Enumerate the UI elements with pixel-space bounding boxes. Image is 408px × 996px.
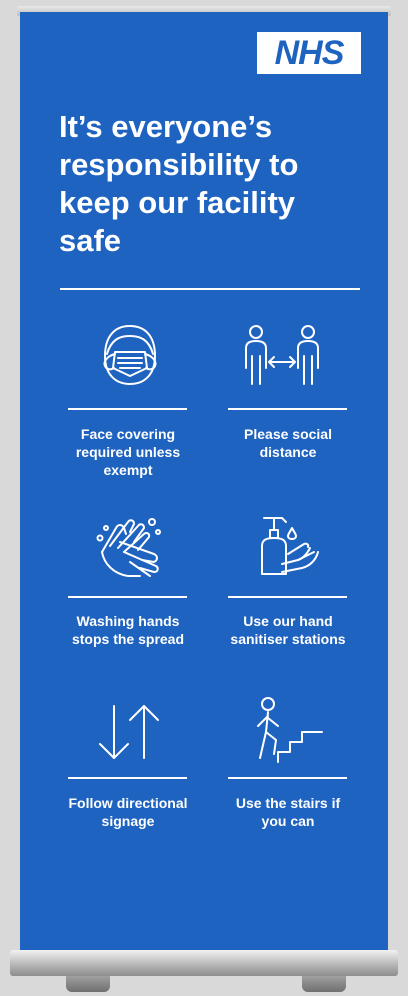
face-mask-icon [103,325,157,385]
label-social-distance: Please social distance [244,426,332,460]
item-divider-directional-signage [68,777,187,779]
stairs-icon [257,697,323,763]
item-divider-stairs [228,777,347,779]
item-divider-face-covering [68,408,187,410]
banner-foot-left [66,976,110,992]
label-directional-signage: Follow directional signage [68,795,188,829]
nhs-logo: NHS [257,32,361,74]
label-stairs: Use the stairs if you can [235,795,341,829]
item-divider-social-distance [228,408,347,410]
label-face-covering: Face covering required unless exempt [75,426,181,478]
headline: It’s everyone’s responsibility to keep o… [59,109,299,258]
social-distance-icon [245,325,319,385]
label-hand-sanitiser: Use our hand sanitiser stations [230,613,346,647]
nhs-logo-text: NHS [274,34,345,72]
label-washing-hands: Washing hands stops the spread [71,613,185,647]
item-divider-washing-hands [68,596,187,598]
banner-foot-right [302,976,346,992]
banner-base [10,950,398,976]
item-divider-hand-sanitiser [228,596,347,598]
headline-divider [60,288,360,290]
directional-arrows-icon [99,705,159,759]
hand-washing-icon [96,518,161,577]
hand-sanitiser-icon [261,517,319,575]
